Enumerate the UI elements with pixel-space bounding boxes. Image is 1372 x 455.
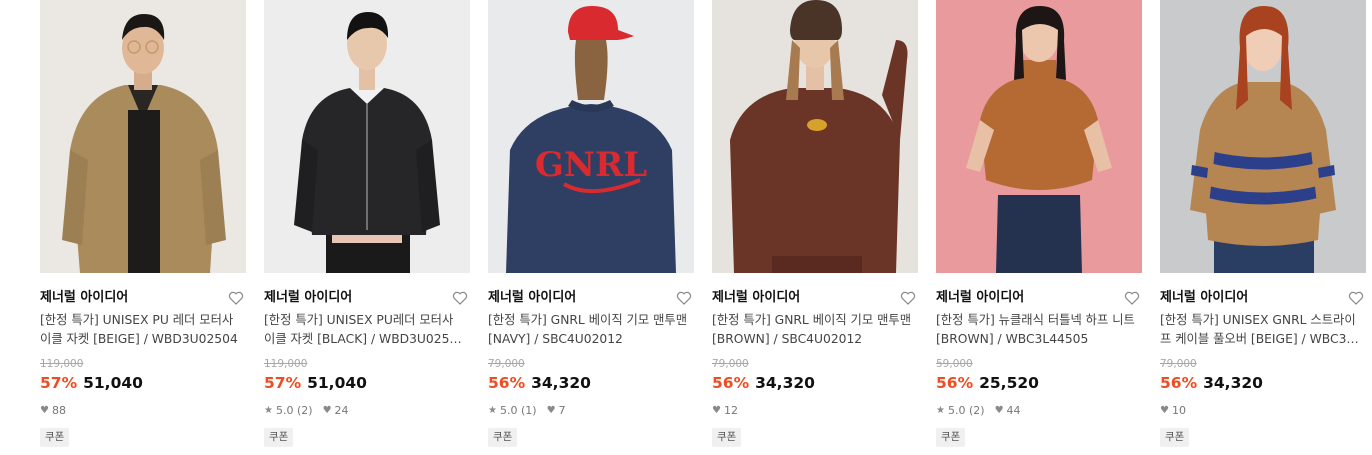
price-row: 56% 34,320 bbox=[488, 372, 591, 394]
product-image[interactable]: GNRL bbox=[488, 0, 694, 273]
heart-filled-icon: ♥ bbox=[322, 405, 332, 416]
heart-filled-icon: ♥ bbox=[40, 405, 49, 416]
coupon-badge: 쿠폰 bbox=[1160, 428, 1190, 447]
product-name[interactable]: [한정 특가] UNISEX PU 레더 모터사이클 자켓 [BEIGE] / … bbox=[40, 311, 240, 349]
original-price: 119,000 bbox=[40, 358, 84, 370]
original-price: 59,000 bbox=[936, 358, 973, 370]
star-icon: ★ bbox=[264, 405, 273, 416]
coupon-badge: 쿠폰 bbox=[712, 428, 742, 447]
product-name[interactable]: [한정 특가] UNISEX GNRL 스트라이프 케이블 풀오버 [BEIGE… bbox=[1160, 311, 1360, 349]
heart-filled-icon: ♥ bbox=[712, 405, 721, 416]
rating: 5.0 bbox=[499, 404, 518, 417]
heart-outline-icon[interactable] bbox=[452, 290, 468, 306]
heart-outline-icon[interactable] bbox=[228, 290, 244, 306]
product-image[interactable] bbox=[1160, 0, 1366, 273]
discount-rate: 56% bbox=[488, 374, 526, 392]
heart-filled-icon: ♥ bbox=[546, 405, 556, 416]
sale-price: 34,320 bbox=[755, 374, 815, 392]
brand-name[interactable]: 제너럴 아이디어 bbox=[264, 288, 352, 308]
product-meta: ★ 5.0 (1) ♥ 7 bbox=[488, 404, 566, 418]
heart-filled-icon: ♥ bbox=[1160, 405, 1169, 416]
product-meta: ★ 5.0 (2) ♥ 24 bbox=[264, 404, 349, 418]
product-meta: ♥ 12 bbox=[712, 404, 738, 418]
brand-row: 제너럴 아이디어 bbox=[936, 288, 1142, 308]
coupon-badge: 쿠폰 bbox=[936, 428, 966, 447]
original-price: 119,000 bbox=[264, 358, 308, 370]
brand-name[interactable]: 제너럴 아이디어 bbox=[936, 288, 1024, 308]
rating: 5.0 bbox=[275, 404, 294, 417]
brand-row: 제너럴 아이디어 bbox=[264, 288, 470, 308]
product-meta: ♥ 10 bbox=[1160, 404, 1186, 418]
brand-row: 제너럴 아이디어 bbox=[1160, 288, 1366, 308]
product-card[interactable]: GNRL 제너럴 아이디어 [한정 특가] GNRL 베이직 기모 맨투맨 [N… bbox=[488, 0, 694, 447]
product-name[interactable]: [한정 특가] 뉴클래식 터틀넥 하프 니트 [BROWN] / WBC3L44… bbox=[936, 311, 1136, 349]
product-card[interactable]: 제너럴 아이디어 [한정 특가] UNISEX PU레더 모터사이클 자켓 [B… bbox=[264, 0, 470, 447]
sale-price: 51,040 bbox=[83, 374, 143, 392]
discount-rate: 56% bbox=[936, 374, 974, 392]
product-card[interactable]: 제너럴 아이디어 [한정 특가] GNRL 베이직 기모 맨투맨 [BROWN]… bbox=[712, 0, 918, 447]
product-card[interactable]: 제너럴 아이디어 [한정 특가] UNISEX PU 레더 모터사이클 자켓 [… bbox=[40, 0, 246, 447]
product-card[interactable]: 제너럴 아이디어 [한정 특가] 뉴클래식 터틀넥 하프 니트 [BROWN] … bbox=[936, 0, 1142, 447]
rating: 5.0 bbox=[947, 404, 966, 417]
brand-name[interactable]: 제너럴 아이디어 bbox=[1160, 288, 1248, 308]
product-image[interactable] bbox=[936, 0, 1142, 273]
product-image[interactable] bbox=[264, 0, 470, 273]
like-count: 12 bbox=[723, 404, 738, 417]
product-meta: ♥ 88 bbox=[40, 404, 66, 418]
like-count: 88 bbox=[51, 404, 66, 417]
coupon-badge: 쿠폰 bbox=[264, 428, 294, 447]
discount-rate: 57% bbox=[40, 374, 78, 392]
price-row: 56% 34,320 bbox=[712, 372, 815, 394]
review-count: (2) bbox=[296, 404, 313, 417]
sale-price: 34,320 bbox=[1203, 374, 1263, 392]
like-count: 44 bbox=[1006, 404, 1021, 417]
brand-row: 제너럴 아이디어 bbox=[712, 288, 918, 308]
discount-rate: 57% bbox=[264, 374, 302, 392]
heart-outline-icon[interactable] bbox=[676, 290, 692, 306]
like-count: 10 bbox=[1171, 404, 1186, 417]
coupon-badge: 쿠폰 bbox=[40, 428, 70, 447]
original-price: 79,000 bbox=[1160, 358, 1197, 370]
like-count: 7 bbox=[558, 404, 566, 417]
product-name[interactable]: [한정 특가] UNISEX PU레더 모터사이클 자켓 [BLACK] / W… bbox=[264, 311, 464, 349]
heart-outline-icon[interactable] bbox=[1348, 290, 1364, 306]
brand-name[interactable]: 제너럴 아이디어 bbox=[488, 288, 576, 308]
brand-row: 제너럴 아이디어 bbox=[40, 288, 246, 308]
discount-rate: 56% bbox=[1160, 374, 1198, 392]
price-row: 57% 51,040 bbox=[264, 372, 367, 394]
product-image[interactable] bbox=[712, 0, 918, 273]
brand-row: 제너럴 아이디어 bbox=[488, 288, 694, 308]
price-row: 56% 25,520 bbox=[936, 372, 1039, 394]
heart-outline-icon[interactable] bbox=[1124, 290, 1140, 306]
product-card[interactable]: 제너럴 아이디어 [한정 특가] UNISEX GNRL 스트라이프 케이블 풀… bbox=[1160, 0, 1366, 447]
original-price: 79,000 bbox=[488, 358, 525, 370]
price-row: 56% 34,320 bbox=[1160, 372, 1263, 394]
review-count: (1) bbox=[520, 404, 537, 417]
brand-name[interactable]: 제너럴 아이디어 bbox=[712, 288, 800, 308]
discount-rate: 56% bbox=[712, 374, 750, 392]
product-meta: ★ 5.0 (2) ♥ 44 bbox=[936, 404, 1021, 418]
heart-outline-icon[interactable] bbox=[900, 290, 916, 306]
product-name[interactable]: [한정 특가] GNRL 베이직 기모 맨투맨 [BROWN] / SBC4U0… bbox=[712, 311, 912, 349]
sale-price: 25,520 bbox=[979, 374, 1039, 392]
coupon-badge: 쿠폰 bbox=[488, 428, 518, 447]
product-name[interactable]: [한정 특가] GNRL 베이직 기모 맨투맨 [NAVY] / SBC4U02… bbox=[488, 311, 688, 349]
gnrl-logo: GNRL bbox=[535, 145, 647, 185]
review-count: (2) bbox=[968, 404, 985, 417]
price-row: 57% 51,040 bbox=[40, 372, 143, 394]
star-icon: ★ bbox=[488, 405, 497, 416]
sale-price: 34,320 bbox=[531, 374, 591, 392]
original-price: 79,000 bbox=[712, 358, 749, 370]
product-image[interactable] bbox=[40, 0, 246, 273]
like-count: 24 bbox=[334, 404, 349, 417]
product-grid: 제너럴 아이디어 [한정 특가] UNISEX PU 레더 모터사이클 자켓 [… bbox=[0, 0, 1372, 455]
heart-filled-icon: ♥ bbox=[994, 405, 1004, 416]
sale-price: 51,040 bbox=[307, 374, 367, 392]
star-icon: ★ bbox=[936, 405, 945, 416]
brand-name[interactable]: 제너럴 아이디어 bbox=[40, 288, 128, 308]
